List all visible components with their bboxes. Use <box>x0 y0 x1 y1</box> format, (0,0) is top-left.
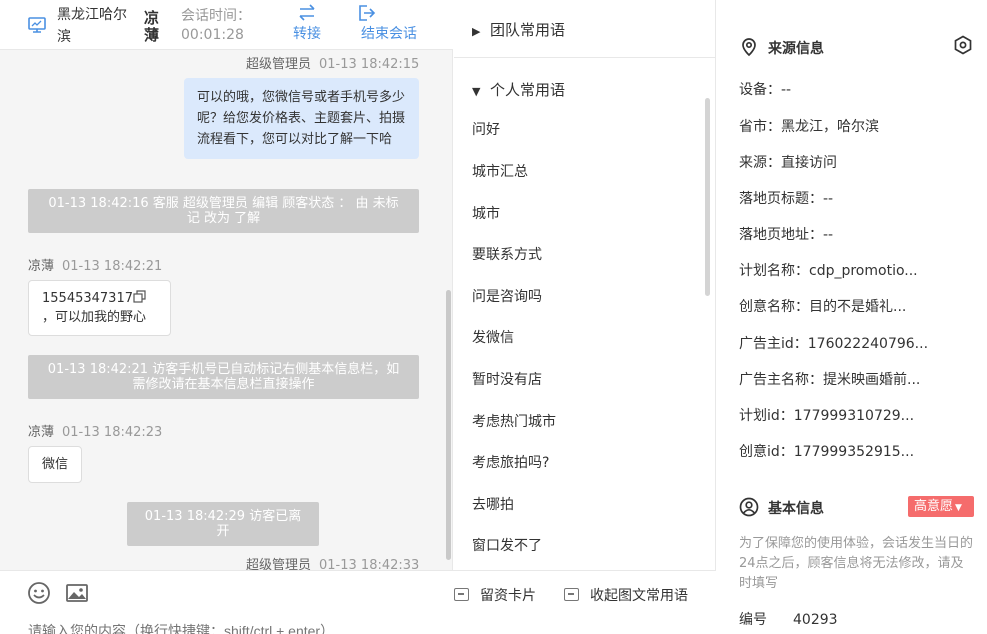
transfer-arrows-icon <box>299 4 315 21</box>
chat-workspace: 黑龙江哈尔滨 凉薄 会话时间： 00:01:28 转接 结束会话 超级管理员 01… <box>0 0 987 634</box>
chat-panel: 黑龙江哈尔滨 凉薄 会话时间： 00:01:28 转接 结束会话 超级管理员 01… <box>0 0 453 634</box>
visitor-id-row: 编号 40293 <box>739 609 838 629</box>
visitor-message-bubble: 微信 <box>28 446 83 483</box>
transfer-button[interactable]: 转接 <box>287 3 327 43</box>
agent-message-bubble: 可以的哦，您微信号或者手机号多少呢？给您发价格表、主题套片、拍摄流程看下，您可以… <box>184 78 419 159</box>
card-icon <box>454 588 469 601</box>
personal-phrases-label: 个人常用语 <box>490 81 566 99</box>
visitor-id-value: 40293 <box>793 612 838 628</box>
message-time: 01-13 18:42:23 <box>62 425 163 440</box>
personal-phrases-group[interactable]: ▼ 个人常用语 <box>472 79 565 100</box>
landing-url-field: 落地页地址：-- <box>739 227 834 243</box>
phrase-item[interactable]: 窗口发不了 <box>472 535 542 555</box>
message-composer: 留资卡片 收起图文常用语 <box>0 570 716 634</box>
lead-card-button[interactable]: 留资卡片 <box>454 585 536 605</box>
location-pin-icon <box>742 38 756 57</box>
message-meta: 超级管理员 01-13 18:42:33 <box>246 554 419 570</box>
session-time: 00:01:28 <box>181 27 244 43</box>
card-icon <box>564 588 579 601</box>
visitor-message-text: ，可以加我的野心 <box>42 310 147 325</box>
visitor-location: 黑龙江哈尔滨 <box>57 7 127 45</box>
image-icon[interactable] <box>65 581 89 605</box>
emoji-icon[interactable] <box>27 581 51 605</box>
message-sender: 超级管理员 <box>246 57 312 72</box>
message-sender: 超级管理员 <box>246 558 312 570</box>
end-session-button[interactable]: 结束会话 <box>356 3 422 43</box>
system-notice: 01-13 18:42:21 访客手机号已自动标记右侧基本信息栏，如需修改请在基… <box>28 355 419 399</box>
phrase-item[interactable]: 去哪拍 <box>472 494 514 514</box>
chat-header: 黑龙江哈尔滨 凉薄 会话时间： 00:01:28 转接 结束会话 <box>0 0 453 50</box>
intent-level-label: 高意愿 <box>914 499 954 514</box>
plan-id-field: 计划id：177999310729... <box>739 408 915 424</box>
source-info-header: 来源信息 <box>739 37 824 58</box>
copy-icon[interactable] <box>133 290 146 303</box>
source-field: 来源：直接访问 <box>739 155 837 171</box>
message-time: 01-13 18:42:15 <box>319 57 420 72</box>
user-circle-icon <box>739 497 759 517</box>
visitor-message-bubble: 15545347317 ，可以加我的野心 <box>28 280 171 336</box>
message-meta: 凉薄 01-13 18:42:23 <box>28 421 162 440</box>
caret-down-icon: ▼ <box>955 503 962 513</box>
creative-name-field: 创意名称：目的不是婚礼... <box>739 299 907 315</box>
message-meta: 凉薄 01-13 18:42:21 <box>28 255 162 274</box>
phrase-item[interactable]: 考虑热门城市 <box>472 411 556 431</box>
exit-icon <box>359 5 376 21</box>
caret-down-icon: ▼ <box>472 85 481 98</box>
message-sender: 凉薄 <box>28 425 55 440</box>
device-field: 设备：-- <box>739 82 792 98</box>
phrase-item[interactable]: 暂时没有店 <box>472 369 542 389</box>
phrase-item[interactable]: 考虑旅拍吗? <box>472 452 549 472</box>
group-divider <box>454 57 715 58</box>
hexagon-gear-icon[interactable] <box>953 35 973 55</box>
message-time: 01-13 18:42:33 <box>319 558 420 570</box>
province-field: 省市：黑龙江，哈尔滨 <box>739 119 879 135</box>
basic-info-title: 基本信息 <box>768 501 824 517</box>
phrases-scrollbar[interactable] <box>705 98 710 296</box>
phrase-item[interactable]: 问好 <box>472 119 500 139</box>
transfer-label: 转接 <box>293 26 321 42</box>
message-list[interactable]: 超级管理员 01-13 18:42:15 可以的哦，您微信号或者手机号多少呢？给您… <box>0 50 453 570</box>
message-time: 01-13 18:42:21 <box>62 259 163 274</box>
common-phrases-panel: ▶ 团队常用语 ▼ 个人常用语 问好 城市汇总 城市 要联系方式 问是咨询吗 发微信… <box>454 0 716 570</box>
advertiser-name-field: 广告主名称：提米映画婚前... <box>739 372 921 388</box>
phrase-item[interactable]: 城市 <box>472 203 500 223</box>
visitor-info-panel: 来源信息 设备：-- 省市：黑龙江，哈尔滨 来源：直接访问 落地页标题：-- 落… <box>717 0 987 634</box>
team-phrases-label: 团队常用语 <box>490 21 566 39</box>
plan-name-field: 计划名称：cdp_promotio... <box>739 263 918 279</box>
message-sender: 凉薄 <box>28 259 55 274</box>
visitor-name: 凉薄 <box>144 9 160 44</box>
lead-card-label: 留资卡片 <box>480 588 536 604</box>
message-meta: 超级管理员 01-13 18:42:15 <box>246 53 419 72</box>
team-phrases-group[interactable]: ▶ 团队常用语 <box>472 19 565 40</box>
intent-level-dropdown[interactable]: 高意愿 ▼ <box>908 496 974 517</box>
system-notice: 01-13 18:42:29 访客已离开 <box>127 502 319 546</box>
basic-info-header: 基本信息 <box>739 497 824 518</box>
landing-title-field: 落地页标题：-- <box>739 191 834 207</box>
message-input[interactable] <box>28 623 678 634</box>
phrase-item[interactable]: 城市汇总 <box>472 161 528 181</box>
visitor-id-label: 编号 <box>739 612 767 628</box>
phrase-item[interactable]: 发微信 <box>472 327 514 347</box>
session-time-label: 会话时间： <box>181 8 251 24</box>
phrase-item[interactable]: 要联系方式 <box>472 244 542 264</box>
caret-right-icon: ▶ <box>472 25 481 38</box>
creative-id-field: 创意id：177999352915... <box>739 444 915 460</box>
system-notice: 01-13 18:42:16 客服 超级管理员 编辑 顾客状态 ： 由 未标记 … <box>28 189 419 233</box>
collapse-phrases-label: 收起图文常用语 <box>590 588 688 604</box>
edit-deadline-notice: 为了保障您的使用体验，会话发生当日的24点之后，顾客信息将无法修改，请及时填写 <box>739 536 974 591</box>
collapse-phrases-button[interactable]: 收起图文常用语 <box>564 585 688 605</box>
message-scrollbar[interactable] <box>446 290 451 560</box>
advertiser-id-field: 广告主id：176022240796... <box>739 336 929 352</box>
end-session-label: 结束会话 <box>361 26 417 42</box>
monitor-icon <box>28 17 46 33</box>
source-info-title: 来源信息 <box>768 41 824 57</box>
phrase-item[interactable]: 问是咨询吗 <box>472 286 542 306</box>
visitor-phone-number: 15545347317 <box>42 291 133 306</box>
